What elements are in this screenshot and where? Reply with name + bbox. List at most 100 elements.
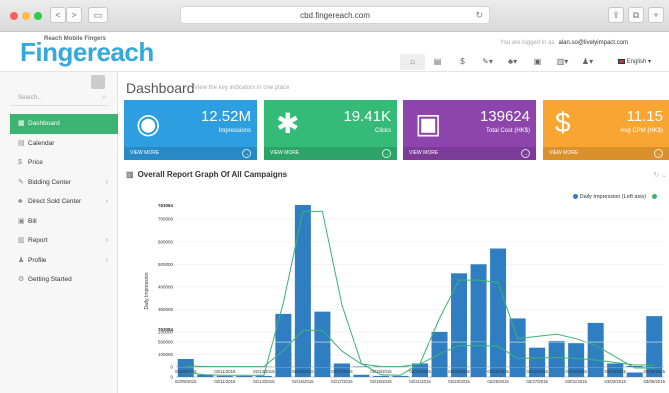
chart-bar [197,374,214,377]
view-more-link[interactable]: VIEW MORE → [264,147,397,160]
chevron-down-icon[interactable]: ⌄ [661,172,667,179]
stat-card-impressions[interactable]: ◉ 12.52M Impressions VIEW MORE → [124,100,257,160]
url-text: cbd.fingereach.com [300,11,370,20]
sidebar-item-profile[interactable]: ♟ Profile › [10,251,118,271]
x-tick-label: 02/13/2015 [253,379,275,384]
sidebar-item-calendar[interactable]: ▤ Calendar [10,134,118,154]
x-tick-label: 02/25/2015 [487,379,509,384]
sidebar-item-bill[interactable]: ▣ Bill [10,212,118,232]
sidebar-search-input[interactable]: Search... ⌕ [10,90,108,106]
arrow-right-icon: → [521,149,530,158]
stat-card-total-cost-hk[interactable]: ▣ 139624 Total Cost (HK$) VIEW MORE → [403,100,536,160]
chart-bar [431,331,448,377]
stat-value: 12.52M [200,108,251,125]
sidebar-item-getting-started[interactable]: ⚙ Getting Started [10,270,118,290]
legend-label[interactable]: Daily Impression (Left axis) [580,194,646,200]
close-window-dot[interactable] [10,12,18,20]
new-tab-icon[interactable]: + [648,7,664,23]
sitemap-icon[interactable]: ♣▾ [500,54,525,70]
user-icon[interactable]: ♟▾ [575,54,600,70]
gears-icon: ⚙ [18,276,25,283]
view-more-link[interactable]: VIEW MORE → [543,147,669,160]
x-tick-label: 02/13/2015 [253,369,275,374]
sidebar-item-dashboard[interactable]: ▦ Dashboard [10,114,125,134]
home-icon[interactable]: ⌂ [400,54,425,70]
y-max-label: 763084 [158,203,174,208]
language-selector[interactable]: English ▾ [618,54,651,70]
address-bar[interactable]: cbd.fingereach.com ↻ [180,6,490,24]
sidebar-item-label: Bidding Center [28,178,71,186]
chart-bar [626,366,643,367]
maximize-window-dot[interactable] [34,12,42,20]
sidebar-toggle-icon[interactable]: ▭ [88,7,108,23]
calendar-icon[interactable]: ▤ [425,54,450,70]
minimize-window-dot[interactable] [22,12,30,20]
share-icon[interactable]: ⇪ [608,7,624,23]
sidebar-item-price[interactable]: $ Price [10,153,118,173]
page-subtitle: View the key indicators in one place [194,85,290,91]
bidding-icon[interactable]: ✎▾ [475,54,500,70]
view-more-link[interactable]: VIEW MORE → [403,147,536,160]
chart-bar [568,343,585,377]
reload-icon[interactable]: ↻ [475,7,483,24]
view-more-label: VIEW MORE [549,150,579,156]
sidebar-item-report[interactable]: ▥ Report › [10,231,118,251]
calendar-icon: ▤ [18,139,25,147]
stat-card-avg-cpm-hk[interactable]: $11.15 Avg CPM (HK$) VIEW MORE → [543,100,669,160]
x-tick-label: 02/21/2015 [409,379,431,384]
brand-logo[interactable]: Fingereach [20,37,154,68]
chart-bar [490,338,507,367]
chart-bar [490,248,507,377]
legend-swatch[interactable] [572,194,578,200]
forward-button[interactable]: > [66,7,82,23]
chart-tools: ↻ ⌄ [653,171,667,179]
x-tick-label: 02/15/2015 [292,369,314,374]
back-button[interactable]: < [50,7,66,23]
report-icon[interactable]: ▥▾ [550,54,575,70]
gavel-icon: ✎ [18,178,24,186]
stat-value: 19.41K [343,108,391,125]
chart-bar [236,375,253,377]
view-more-label: VIEW MORE [270,150,300,156]
sidebar: Search... ⌕ ▦ Dashboard ▤ Calendar $ Price ✎ Bi… [0,72,125,393]
y-tick-label: 0 [170,365,173,370]
language-label: English [626,59,647,65]
chart-bar [509,318,526,377]
chart-bar [411,363,429,377]
view-more-link[interactable]: VIEW MORE → [124,147,257,160]
search-placeholder: Search... [18,95,43,101]
header-nav-icons: ⌂ ▤ $ ✎▾ ♣▾ ▣ ▥▾ ♟▾ [400,54,600,70]
dollar-icon[interactable]: $ [450,54,475,70]
x-tick-label: 02/23/2015 [448,369,470,374]
user-email[interactable]: alan.so@livelyimpact.com [559,40,628,46]
sidebar-item-label: Calendar [28,139,55,147]
chart-bar [470,264,487,377]
sidebar-collapse-button[interactable] [91,75,105,89]
chart-bar [177,363,194,367]
bill-icon[interactable]: ▣ [525,54,550,70]
refresh-icon[interactable]: ↻ [653,172,659,179]
app-header: Reach Mobile Fingers Fingereach You are … [0,32,669,72]
sidebar-item-bidding-center[interactable]: ✎ Bidding Center › [10,173,118,193]
y-tick-label: 700000 [158,217,174,222]
sitemap-icon: ♣ [18,198,23,205]
x-tick-label: 02/09/2015 [175,379,197,384]
y-tick-label: 100000 [158,352,174,357]
chart-bar [451,273,468,377]
bar-chart-icon: ▥ [126,170,134,179]
tabs-icon[interactable]: ⧉ [628,7,644,23]
x-tick-label: 02/25/2015 [487,369,509,374]
chart-bar [587,322,604,377]
page-title: Dashboard [126,80,195,96]
view-more-label: VIEW MORE [130,150,160,156]
y-tick-label: 500000 [158,340,174,345]
stat-label: Impressions [218,128,251,134]
legend-swatch[interactable] [652,194,657,200]
sidebar-item-label: Getting Started [28,276,72,283]
x-tick-label: 02/21/2015 [409,369,431,374]
chart-bar [314,352,331,367]
sidebar-item-direct-sold-center[interactable]: ♣ Direct Sold Center › [10,192,118,212]
stat-card-clicks[interactable]: ✱ 19.41K Clicks VIEW MORE → [264,100,397,160]
x-tick-label: 02/23/2015 [448,379,470,384]
browser-toolbar: < > ▭ cbd.fingereach.com ↻ ⇪ ⧉ + [0,0,669,32]
